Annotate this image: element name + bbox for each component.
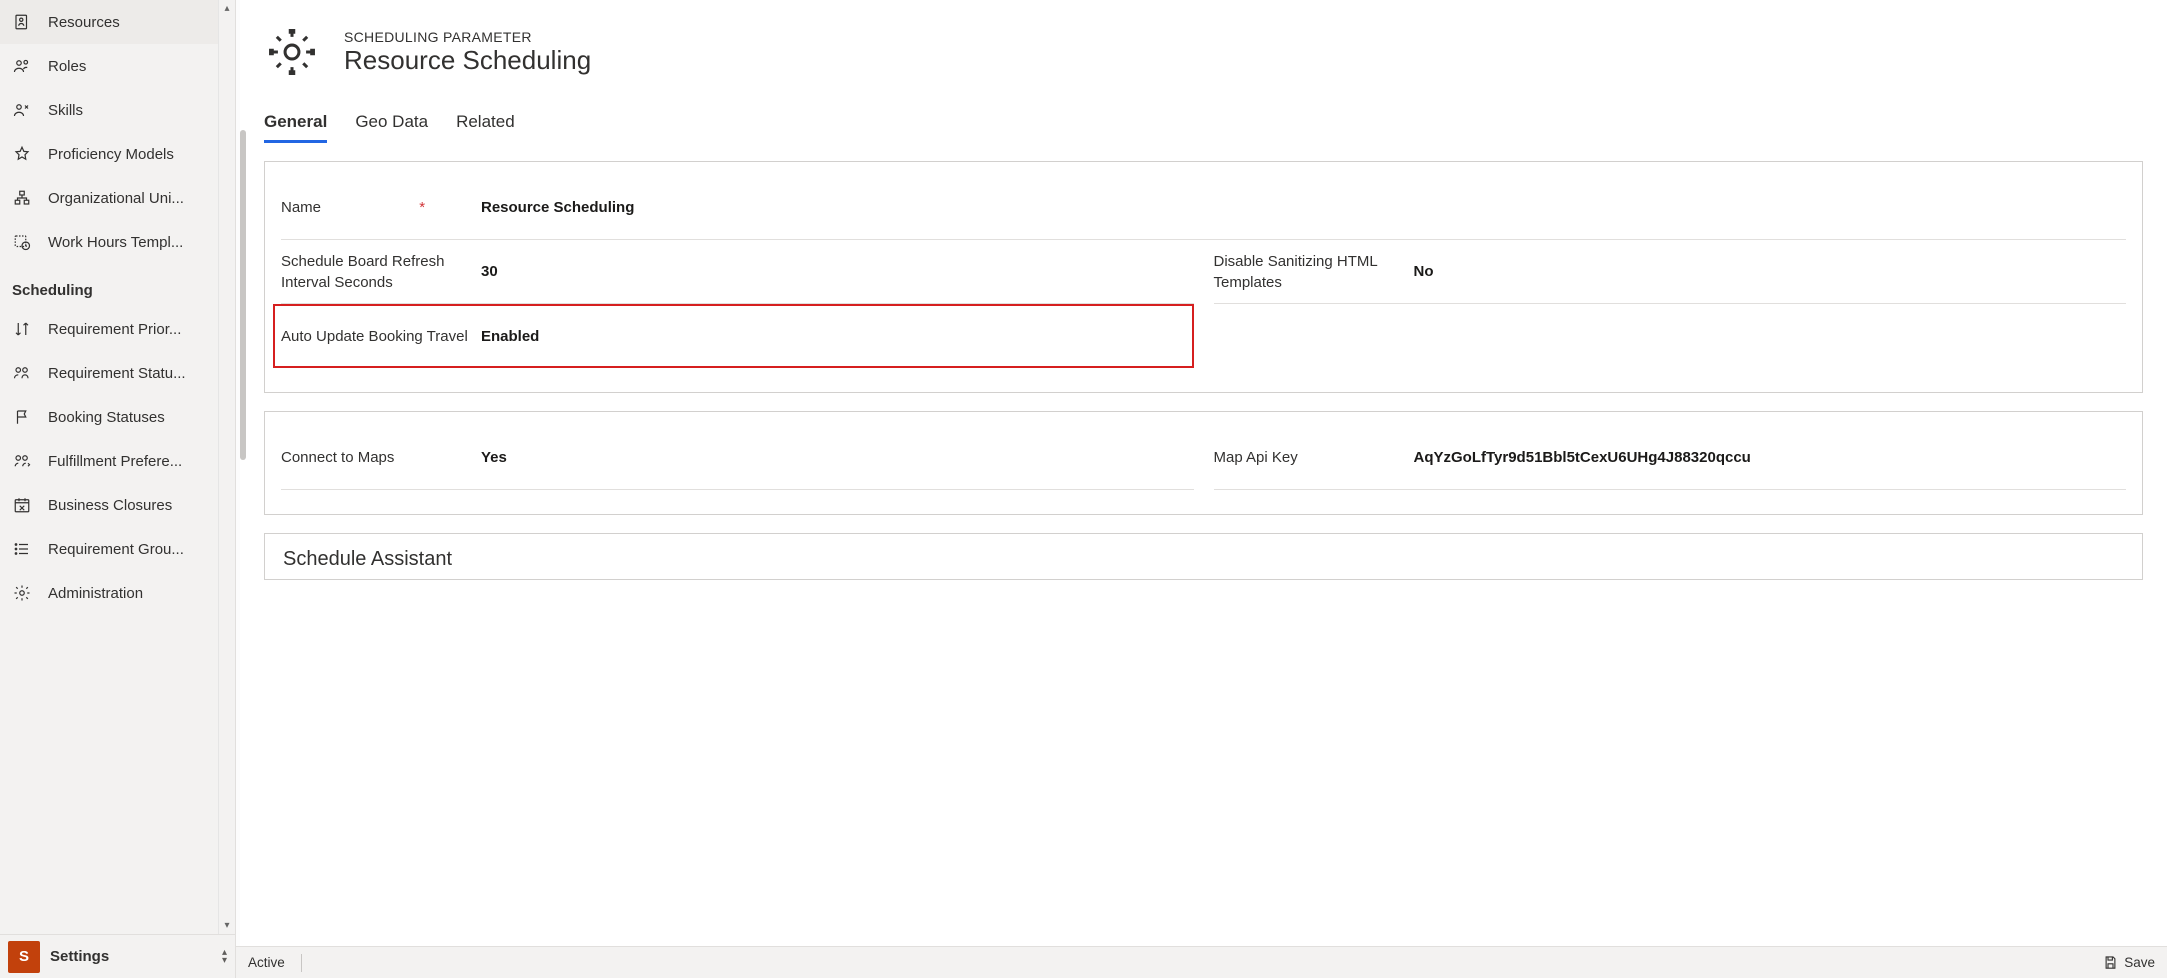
sidebar-item-administration[interactable]: Administration — [0, 571, 235, 615]
resources-icon — [12, 12, 32, 32]
sidebar-item-label: Work Hours Templ... — [48, 234, 223, 251]
sidebar-item-fulfillment-preferences[interactable]: Fulfillment Prefere... — [0, 439, 235, 483]
sidebar-item-label: Roles — [48, 58, 223, 75]
page-header: SCHEDULING PARAMETER Resource Scheduling — [264, 0, 2143, 88]
form-content: SCHEDULING PARAMETER Resource Scheduling… — [236, 0, 2167, 946]
required-indicator-icon: * — [415, 199, 425, 216]
sidebar-item-requirement-priorities[interactable]: Requirement Prior... — [0, 307, 235, 351]
panel-maps: Connect to Maps Yes Map Api Key AqYzGoLf… — [264, 411, 2143, 515]
reqstatus-icon — [12, 363, 32, 383]
sidebar-item-label: Requirement Prior... — [48, 321, 223, 338]
gear-icon — [12, 583, 32, 603]
field-value[interactable]: AqYzGoLfTyr9d51Bbl5tCexU6UHg4J88320qccu — [1414, 449, 2127, 466]
sidebar-item-work-hours-templates[interactable]: Work Hours Templ... — [0, 220, 235, 264]
field-label: Map Api Key — [1214, 447, 1414, 468]
org-icon — [12, 188, 32, 208]
field-label: Connect to Maps — [281, 447, 481, 468]
field-auto-update-booking-travel[interactable]: Auto Update Booking Travel Enabled — [273, 304, 1194, 368]
save-icon — [2103, 955, 2118, 970]
panel-schedule-assistant: Schedule Assistant — [264, 533, 2143, 580]
fulfill-icon — [12, 451, 32, 471]
workhours-icon — [12, 232, 32, 252]
scroll-up-icon[interactable]: ▴ — [219, 0, 235, 17]
field-value[interactable]: Enabled — [481, 328, 1192, 345]
save-label: Save — [2124, 955, 2155, 970]
field-name[interactable]: Name * Resource Scheduling — [281, 176, 2126, 240]
page-eyebrow: SCHEDULING PARAMETER — [344, 29, 591, 45]
field-disable-sanitize[interactable]: Disable Sanitizing HTML Templates No — [1214, 240, 2127, 304]
sidebar-item-label: Resources — [48, 14, 223, 31]
tab-general[interactable]: General — [264, 112, 327, 143]
save-button[interactable]: Save — [2103, 955, 2155, 970]
sidebar-item-label: Requirement Statu... — [48, 365, 223, 382]
sidebar-scrollbar[interactable]: ▴ ▾ — [218, 0, 235, 934]
sidebar-item-organizational-units[interactable]: Organizational Uni... — [0, 176, 235, 220]
sidebar-item-business-closures[interactable]: Business Closures — [0, 483, 235, 527]
statusbar: Active Save — [236, 946, 2167, 978]
flag-icon — [12, 407, 32, 427]
field-map-api-key[interactable]: Map Api Key AqYzGoLfTyr9d51Bbl5tCexU6UHg… — [1214, 426, 2127, 490]
priority-icon — [12, 319, 32, 339]
sidebar-item-requirement-groups[interactable]: Requirement Grou... — [0, 527, 235, 571]
sidebar-item-booking-statuses[interactable]: Booking Statuses — [0, 395, 235, 439]
sidebar-item-roles[interactable]: Roles — [0, 44, 235, 88]
field-label: Schedule Board Refresh Interval Seconds — [281, 251, 481, 293]
field-connect-to-maps[interactable]: Connect to Maps Yes — [281, 426, 1194, 490]
sidebar-item-label: Skills — [48, 102, 223, 119]
sidebar-item-proficiency-models[interactable]: Proficiency Models — [0, 132, 235, 176]
sidebar-item-skills[interactable]: Skills — [0, 88, 235, 132]
page-title: Resource Scheduling — [344, 45, 591, 76]
field-value[interactable]: No — [1414, 263, 2127, 280]
divider — [301, 954, 302, 972]
sidebar: Resources Roles Skills Proficiency Model… — [0, 0, 236, 978]
list-icon — [12, 539, 32, 559]
sidebar-item-label: Administration — [48, 585, 223, 602]
area-switcher[interactable]: S Settings ▴▾ — [0, 934, 235, 978]
tab-geo-data[interactable]: Geo Data — [355, 112, 428, 143]
tab-related[interactable]: Related — [456, 112, 515, 143]
calendar-x-icon — [12, 495, 32, 515]
tabs: General Geo Data Related — [264, 88, 2143, 143]
field-value[interactable]: Yes — [481, 449, 1194, 466]
sidebar-scroll: Resources Roles Skills Proficiency Model… — [0, 0, 235, 934]
panel-general: Name * Resource Scheduling Schedule Boar… — [264, 161, 2143, 393]
sidebar-item-label: Organizational Uni... — [48, 190, 223, 207]
sidebar-item-label: Proficiency Models — [48, 146, 223, 163]
field-value[interactable]: 30 — [481, 263, 1194, 280]
field-label: Disable Sanitizing HTML Templates — [1214, 251, 1414, 293]
sidebar-item-label: Requirement Grou... — [48, 541, 223, 558]
main: SCHEDULING PARAMETER Resource Scheduling… — [236, 0, 2167, 978]
skills-icon — [12, 100, 32, 120]
area-label: Settings — [50, 948, 212, 965]
label-text: Name — [281, 199, 321, 216]
field-value[interactable]: Resource Scheduling — [481, 199, 2126, 216]
field-label: Name * — [281, 197, 481, 218]
chevron-updown-icon: ▴▾ — [222, 949, 227, 965]
roles-icon — [12, 56, 32, 76]
sidebar-item-requirement-statuses[interactable]: Requirement Statu... — [0, 351, 235, 395]
area-badge: S — [8, 941, 40, 973]
field-label: Auto Update Booking Travel — [281, 326, 481, 347]
record-status: Active — [248, 955, 285, 970]
sidebar-item-label: Fulfillment Prefere... — [48, 453, 223, 470]
gear-large-icon — [264, 24, 320, 80]
star-icon — [12, 144, 32, 164]
section-title: Schedule Assistant — [281, 548, 2126, 575]
field-refresh-interval[interactable]: Schedule Board Refresh Interval Seconds … — [281, 240, 1194, 304]
sidebar-item-label: Business Closures — [48, 497, 223, 514]
sidebar-item-label: Booking Statuses — [48, 409, 223, 426]
field-empty — [1214, 304, 2127, 368]
sidebar-item-resources[interactable]: Resources — [0, 0, 235, 44]
content-scrollbar[interactable] — [240, 130, 246, 460]
sidebar-group-scheduling: Scheduling — [0, 264, 235, 307]
scroll-down-icon[interactable]: ▾ — [219, 917, 235, 934]
